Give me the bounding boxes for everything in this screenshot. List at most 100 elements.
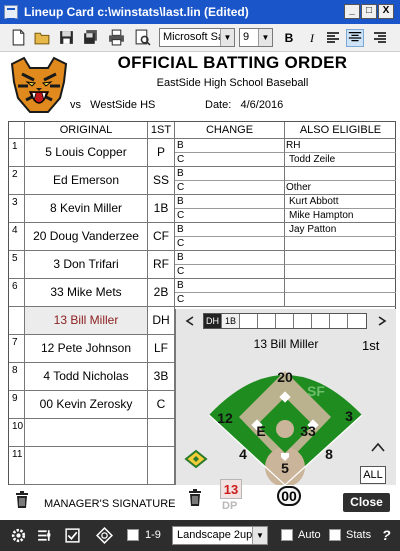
original-player-cell[interactable]: 20 Doug Vanderzee bbox=[25, 223, 148, 251]
range-checkbox[interactable] bbox=[127, 529, 139, 541]
position-slot[interactable] bbox=[348, 314, 366, 328]
save-all-icon[interactable] bbox=[82, 29, 99, 46]
also-eligible-field[interactable]: Todd Zeile bbox=[285, 153, 396, 167]
original-player-cell[interactable] bbox=[25, 447, 148, 485]
position-slot[interactable] bbox=[294, 314, 312, 328]
first-position-cell[interactable]: LF bbox=[148, 335, 175, 363]
also-eligible-field[interactable]: Jay Patton bbox=[285, 223, 396, 237]
original-player-cell[interactable]: Ed Emerson bbox=[25, 167, 148, 195]
also-eligible-field[interactable] bbox=[285, 279, 396, 293]
change-c-field[interactable]: C bbox=[175, 181, 285, 195]
pos-p[interactable]: 5 bbox=[281, 460, 289, 476]
trash-icon[interactable] bbox=[188, 489, 202, 507]
also-eligible-field[interactable]: Mike Hampton bbox=[285, 209, 396, 223]
trash-icon[interactable] bbox=[15, 491, 29, 509]
all-button[interactable]: ALL bbox=[360, 466, 386, 484]
italic-button[interactable]: I bbox=[303, 29, 321, 47]
align-left-icon[interactable] bbox=[324, 29, 342, 47]
position-slot[interactable] bbox=[330, 314, 348, 328]
pos-lf[interactable]: 12 bbox=[217, 410, 233, 426]
dp-number-badge[interactable]: 13 bbox=[220, 479, 242, 499]
first-position-cell[interactable]: P bbox=[148, 139, 175, 167]
checklist-icon[interactable] bbox=[64, 527, 81, 544]
position-slot[interactable] bbox=[276, 314, 294, 328]
position-slot[interactable] bbox=[240, 314, 258, 328]
first-position-cell[interactable]: 1B bbox=[148, 195, 175, 223]
close-window-button[interactable]: X bbox=[378, 4, 394, 19]
pos-e[interactable]: E bbox=[256, 423, 265, 439]
change-b-field[interactable]: B bbox=[175, 167, 285, 181]
pos-ss[interactable]: 33 bbox=[300, 423, 316, 439]
save-icon[interactable] bbox=[58, 29, 75, 46]
original-player-cell[interactable]: 8 Kevin Miller bbox=[25, 195, 148, 223]
open-folder-icon[interactable] bbox=[34, 29, 51, 46]
print-icon[interactable] bbox=[108, 29, 125, 46]
maximize-button[interactable]: □ bbox=[361, 4, 377, 19]
align-right-icon[interactable] bbox=[371, 29, 389, 47]
first-position-cell[interactable] bbox=[148, 447, 175, 485]
first-position-cell[interactable]: CF bbox=[148, 223, 175, 251]
help-button[interactable]: ? bbox=[382, 527, 391, 543]
chevron-right-icon[interactable] bbox=[376, 316, 388, 326]
close-button[interactable]: Close bbox=[343, 493, 390, 512]
position-slot[interactable] bbox=[258, 314, 276, 328]
also-eligible-field[interactable] bbox=[285, 251, 396, 265]
original-player-cell[interactable]: 3 Don Trifari bbox=[25, 251, 148, 279]
font-size-select[interactable]: 9 ▼ bbox=[239, 28, 273, 47]
first-position-cell[interactable]: 2B bbox=[148, 279, 175, 307]
change-c-field[interactable]: C bbox=[175, 293, 285, 307]
original-player-cell[interactable]: 12 Pete Johnson bbox=[25, 335, 148, 363]
bold-button[interactable]: B bbox=[280, 29, 298, 47]
align-center-button[interactable] bbox=[346, 29, 364, 47]
school-name-field[interactable]: EastSide High School Baseball bbox=[70, 77, 395, 89]
change-c-field[interactable]: C bbox=[175, 209, 285, 223]
first-position-cell[interactable]: C bbox=[148, 391, 175, 419]
original-player-cell[interactable]: 13 Bill Miller bbox=[25, 307, 148, 335]
pos-c[interactable]: 00 bbox=[277, 486, 301, 506]
chevron-up-icon[interactable] bbox=[370, 441, 386, 453]
position-slot[interactable] bbox=[312, 314, 330, 328]
first-position-cell[interactable]: DH bbox=[148, 307, 175, 335]
pos-cf[interactable]: 20 bbox=[277, 369, 293, 385]
first-position-cell[interactable]: RF bbox=[148, 251, 175, 279]
field-view-icon[interactable] bbox=[96, 527, 113, 544]
also-eligible-field[interactable]: Kurt Abbott bbox=[285, 195, 396, 209]
also-eligible-field[interactable] bbox=[285, 293, 396, 307]
change-b-field[interactable]: B bbox=[175, 279, 285, 293]
font-name-select[interactable]: Microsoft Sa ▼ bbox=[159, 28, 235, 47]
first-position-cell[interactable]: 3B bbox=[148, 363, 175, 391]
change-b-field[interactable]: B bbox=[175, 223, 285, 237]
opponent-field[interactable]: WestSide HS bbox=[90, 99, 155, 111]
pos-sf[interactable]: SF bbox=[307, 383, 325, 399]
also-eligible-field[interactable] bbox=[285, 237, 396, 251]
layout-select[interactable]: Landscape 2up ▼ bbox=[172, 526, 268, 545]
print-preview-icon[interactable] bbox=[134, 29, 151, 46]
first-position-cell[interactable] bbox=[148, 419, 175, 447]
position-slot[interactable]: 1B bbox=[222, 314, 240, 328]
gear-icon[interactable] bbox=[10, 527, 27, 544]
baseball-diamond[interactable]: 20 SF 12 3 E 33 4 5 8 bbox=[203, 353, 368, 485]
also-eligible-field[interactable] bbox=[285, 167, 396, 181]
first-position-cell[interactable]: SS bbox=[148, 167, 175, 195]
date-field[interactable]: 4/6/2016 bbox=[240, 99, 283, 111]
change-b-field[interactable]: B bbox=[175, 251, 285, 265]
minimize-button[interactable]: _ bbox=[344, 4, 360, 19]
field-mini-icon[interactable] bbox=[184, 449, 208, 469]
new-file-icon[interactable] bbox=[10, 29, 27, 46]
chevron-left-icon[interactable] bbox=[184, 316, 196, 326]
change-c-field[interactable]: C bbox=[175, 265, 285, 279]
original-player-cell[interactable]: 33 Mike Mets bbox=[25, 279, 148, 307]
also-eligible-field[interactable]: Other bbox=[285, 181, 396, 195]
pos-rf[interactable]: 3 bbox=[345, 408, 353, 424]
pos-3b[interactable]: 4 bbox=[239, 446, 247, 462]
pos-1b[interactable]: 8 bbox=[325, 446, 333, 462]
auto-checkbox[interactable] bbox=[281, 529, 293, 541]
also-eligible-field[interactable] bbox=[285, 265, 396, 279]
list-settings-icon[interactable] bbox=[36, 527, 53, 544]
change-c-field[interactable]: C bbox=[175, 153, 285, 167]
change-c-field[interactable]: C bbox=[175, 237, 285, 251]
also-eligible-field[interactable]: RH bbox=[285, 139, 396, 153]
original-player-cell[interactable]: 5 Louis Copper bbox=[25, 139, 148, 167]
stats-checkbox[interactable] bbox=[329, 529, 341, 541]
change-b-field[interactable]: B bbox=[175, 195, 285, 209]
